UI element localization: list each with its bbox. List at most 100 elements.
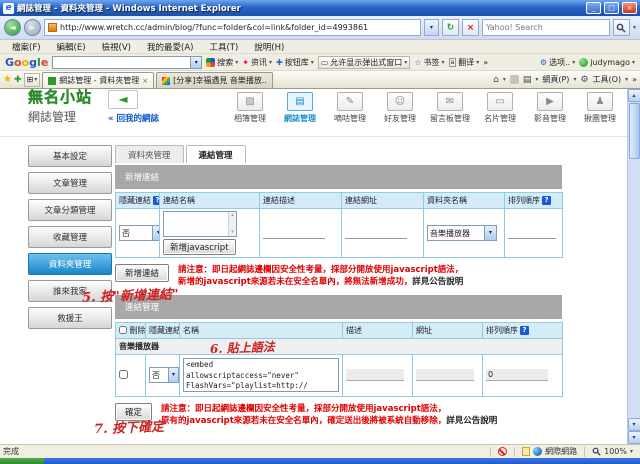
google-button-gallery-button[interactable]: ✚ 按钮库 ▾ (276, 57, 314, 68)
refresh-button[interactable]: ↻ (442, 19, 459, 36)
zoom-control[interactable]: 100% ▾ (588, 447, 637, 456)
chevron-down-icon: ▾ (404, 59, 407, 66)
sidebar-item-rescue[interactable]: 救援王 (28, 307, 112, 329)
vertical-scrollbar[interactable]: ▴ ▾ ▾ (627, 89, 640, 444)
forward-button[interactable]: ► (24, 19, 41, 36)
add-javascript-button[interactable]: 新增javascript (163, 239, 236, 255)
textarea-scrollbar[interactable]: ▴▾ (228, 212, 236, 236)
minimize-button[interactable]: _ (586, 2, 601, 14)
back-to-blog-link[interactable]: « 回我的網誌 (108, 112, 159, 124)
google-options-button[interactable]: ⚙ 选项.. ▾ (540, 57, 575, 68)
link-code-textarea[interactable]: <embed allowscriptaccess="never" FlashVa… (183, 358, 339, 392)
help-icon[interactable]: ? (153, 196, 160, 205)
menu-edit[interactable]: 編輯(E) (49, 41, 94, 53)
command-overflow-button[interactable]: » (632, 75, 637, 84)
add-favorite-button[interactable]: ✚ (14, 75, 22, 85)
link-desc-input[interactable] (263, 227, 325, 239)
folder-select[interactable]: 音樂播放器 ▾ (427, 225, 497, 241)
group-icon: ♟ (587, 92, 613, 111)
url-input[interactable] (416, 369, 474, 381)
close-tab-icon[interactable]: × (142, 77, 148, 85)
print-button[interactable]: ▤ (523, 75, 532, 85)
nav-murmur[interactable]: ✎ 嘀咕管理 (327, 92, 373, 124)
gear-icon[interactable]: ⚙ (580, 75, 588, 85)
sidebar-item-basic-settings[interactable]: 基本設定 (28, 145, 112, 167)
google-translate-button[interactable]: a 翻译 ▾ (449, 57, 480, 68)
scroll-down-button[interactable]: ▾ (628, 418, 640, 431)
nav-album[interactable]: ▨ 相簿管理 (227, 92, 273, 124)
popup-blocker-button[interactable]: ▭ 允许显示弹出式窗口 ▾ (318, 56, 411, 69)
back-arrow-button[interactable]: ◄ (108, 90, 138, 109)
popup-blocked-indicator (494, 447, 511, 456)
sidebar-item-folders[interactable]: 資料夾管理 (28, 253, 112, 275)
tab-folder-management[interactable]: 資料夾管理 (115, 145, 184, 163)
nav-guestbook[interactable]: ✉ 留言板管理 (427, 92, 473, 124)
link-url-input[interactable] (345, 227, 407, 239)
google-search-history-dropdown[interactable]: ▾ (190, 57, 201, 68)
link-name-textarea[interactable]: ▴▾ (163, 211, 237, 237)
scrollbar-thumb[interactable] (629, 103, 640, 159)
home-button[interactable]: ⌂ (493, 75, 499, 85)
sidebar-item-collections[interactable]: 收藏管理 (28, 226, 112, 248)
google-bookmarks-button[interactable]: ☆ 书签 ▾ (414, 57, 444, 68)
menu-view[interactable]: 檢視(V) (94, 41, 139, 53)
page-menu-button[interactable]: 網頁(P) (542, 74, 569, 85)
scroll-down-button[interactable]: ▾ (628, 431, 640, 444)
sort-order-input[interactable] (508, 227, 556, 239)
quick-tabs-button[interactable]: ⊞ ▾ (24, 73, 41, 87)
sort-order-input[interactable]: 0 (486, 369, 548, 381)
select-all-checkbox[interactable] (119, 326, 127, 334)
google-account-button[interactable]: judymago ▾ (579, 58, 635, 67)
back-button[interactable]: ◄ (4, 19, 21, 36)
tools-menu-button[interactable]: 工具(O) (593, 74, 622, 85)
section-title-link-management: 連結管理 (115, 295, 562, 319)
nav-video[interactable]: ▶ 影音管理 (527, 92, 573, 124)
chevron-down-icon[interactable]: ▾ (625, 76, 628, 83)
favorites-center-button[interactable]: ★ (3, 74, 12, 85)
sidebar-item-categories[interactable]: 文章分類管理 (28, 199, 112, 221)
chevron-down-icon[interactable]: ▾ (573, 76, 576, 83)
windows-taskbar[interactable] (0, 458, 640, 464)
google-info-button[interactable]: ✦ 资讯 ▾ (242, 57, 272, 68)
nav-friends[interactable]: ☺ 好友管理 (377, 92, 423, 124)
menu-file[interactable]: 檔案(F) (4, 41, 49, 53)
nav-blog[interactable]: ▤ 網誌管理 (277, 92, 323, 124)
help-icon[interactable]: ? (520, 326, 529, 335)
stop-button[interactable]: × (462, 19, 479, 36)
google-search-button[interactable]: 搜索 ▾ (206, 57, 238, 68)
tab-music-player[interactable]: [分享]幸福遇見 音樂播放.. (156, 72, 273, 88)
chevron-down-icon[interactable]: ▾ (535, 76, 538, 83)
search-go-button[interactable] (613, 19, 630, 36)
url-dropdown-button[interactable]: ▾ (424, 19, 439, 36)
maximize-button[interactable]: □ (604, 2, 619, 14)
chevron-down-icon[interactable]: ▾ (503, 76, 506, 83)
url-field[interactable]: http://www.wretch.cc/admin/blog/?func=fo… (44, 19, 421, 36)
start-button[interactable] (0, 458, 44, 464)
search-input[interactable] (486, 23, 606, 32)
col-link-url: 連結網址 (342, 193, 424, 209)
hide-link-select[interactable]: 否 ▾ (149, 367, 179, 383)
search-box[interactable] (482, 19, 610, 36)
chevron-down-icon: ▾ (311, 59, 314, 66)
close-button[interactable]: × (622, 2, 637, 14)
desc-input[interactable] (346, 369, 404, 381)
toolbar-overflow-button[interactable]: » (483, 58, 488, 67)
google-logo: Google (5, 56, 48, 69)
add-link-button[interactable]: 新增連結 (115, 264, 169, 282)
tab-link-management[interactable]: 連結管理 (186, 145, 246, 163)
chevron-down-icon: ▾ (572, 59, 575, 66)
menu-tools[interactable]: 工具(T) (201, 41, 246, 53)
menu-help[interactable]: 說明(H) (246, 41, 292, 53)
hide-link-select[interactable]: 否 ▾ (119, 225, 160, 241)
search-options-dropdown[interactable]: ▾ (633, 24, 636, 31)
menu-favorites[interactable]: 我的最愛(A) (139, 41, 201, 53)
nav-group[interactable]: ♟ 揪團管理 (577, 92, 623, 124)
nav-profile-card[interactable]: ▭ 名片管理 (477, 92, 523, 124)
sidebar-item-articles[interactable]: 文章管理 (28, 172, 112, 194)
delete-checkbox[interactable] (119, 370, 128, 379)
scroll-up-button[interactable]: ▴ (628, 89, 640, 102)
tab-blog-admin[interactable]: 網誌管理 - 資料夾管理 × (42, 72, 154, 88)
rss-feed-icon[interactable] (510, 75, 519, 84)
google-search-input[interactable]: ▾ (52, 56, 202, 69)
help-icon[interactable]: ? (542, 196, 551, 205)
